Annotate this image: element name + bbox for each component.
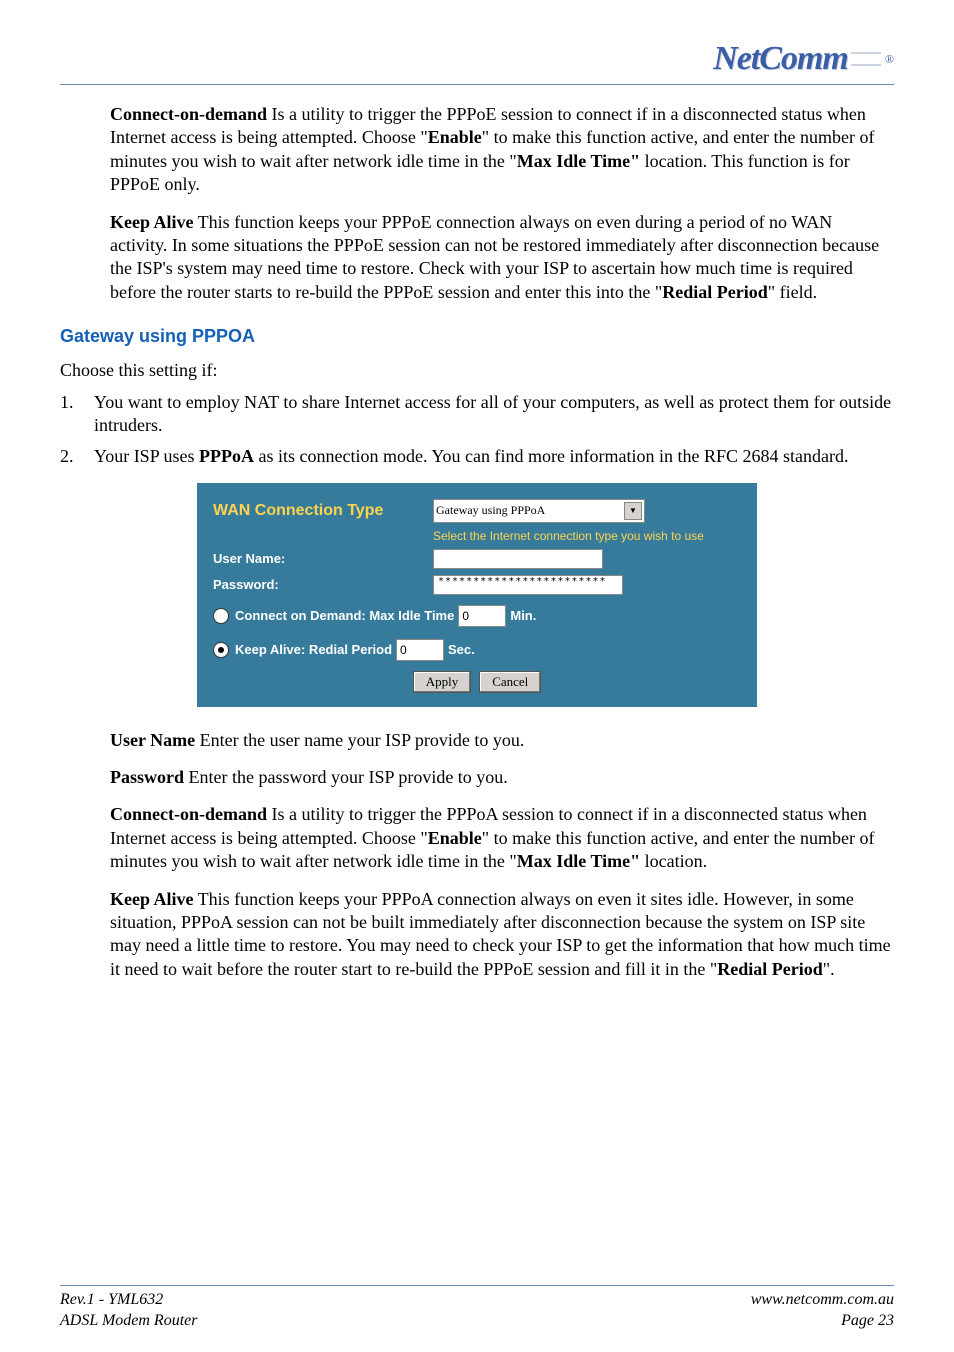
list-number: 2. <box>60 445 94 468</box>
keep-alive-radio[interactable] <box>213 642 229 658</box>
term-max-idle-time: Max Idle Time" <box>517 851 640 871</box>
paragraph-keep-alive-pppoe: Keep Alive This function keeps your PPPo… <box>110 211 894 305</box>
term-enable: Enable <box>428 828 482 848</box>
term-keep-alive: Keep Alive <box>110 889 194 909</box>
term-enable: Enable <box>428 127 482 147</box>
list-number: 1. <box>60 391 94 438</box>
footer-product: ADSL Modem Router <box>60 1311 197 1332</box>
brand-logo: NetComm ® <box>713 40 894 78</box>
panel-subinfo: Select the Internet connection type you … <box>433 529 741 543</box>
connect-on-demand-label: Connect on Demand: Max Idle Time <box>235 608 454 623</box>
list-item-text: Your ISP uses PPPoA as its connection mo… <box>94 445 848 468</box>
term-max-idle-time: Max Idle Time" <box>517 151 640 171</box>
max-idle-time-unit: Min. <box>510 608 536 623</box>
list-item: 2. Your ISP uses PPPoA as its connection… <box>60 445 894 468</box>
list-item-text: You want to employ NAT to share Internet… <box>94 391 894 438</box>
wan-connection-type-select[interactable]: Gateway using PPPoA ▼ <box>433 499 645 523</box>
paragraph-keep-alive-pppoa: Keep Alive This function keeps your PPPo… <box>110 888 894 982</box>
footer-page-number: Page 23 <box>751 1311 894 1332</box>
dropdown-arrow-icon: ▼ <box>624 502 642 520</box>
cancel-button[interactable]: Cancel <box>479 671 541 693</box>
term-connect-on-demand: Connect-on-demand <box>110 104 267 124</box>
term-password: Password <box>110 767 184 787</box>
password-input[interactable]: ************************ <box>433 575 623 595</box>
term-redial-period: Redial Period <box>662 282 768 302</box>
header-logo-row: NetComm ® <box>60 40 894 78</box>
footer-divider <box>60 1285 894 1286</box>
term-user-name: User Name <box>110 730 195 750</box>
paragraph-username: User Name Enter the user name your ISP p… <box>110 729 894 752</box>
footer-url: www.netcomm.com.au <box>751 1290 894 1311</box>
header-divider <box>60 84 894 85</box>
brand-logo-text: NetComm <box>713 40 848 78</box>
keep-alive-label: Keep Alive: Redial Period <box>235 642 392 657</box>
username-input[interactable] <box>433 549 603 569</box>
term-connect-on-demand: Connect-on-demand <box>110 804 267 824</box>
max-idle-time-input[interactable]: 0 <box>458 605 506 627</box>
section-heading-gateway-pppoa: Gateway using PPPOA <box>60 326 894 347</box>
username-label: User Name: <box>213 551 433 566</box>
paragraph-connect-on-demand-pppoa: Connect-on-demand Is a utility to trigge… <box>110 803 894 873</box>
footer-rev: Rev.1 - YML632 <box>60 1290 197 1311</box>
password-label: Password: <box>213 577 433 592</box>
select-value: Gateway using PPPoA <box>436 503 545 518</box>
redial-period-input[interactable]: 0 <box>396 639 444 661</box>
connect-on-demand-radio[interactable] <box>213 608 229 624</box>
redial-period-unit: Sec. <box>448 642 475 657</box>
term-pppoa: PPPoA <box>199 446 254 466</box>
brand-logo-registered: ® <box>885 52 894 67</box>
brand-logo-bars-icon <box>851 52 881 66</box>
panel-title: WAN Connection Type <box>213 502 433 520</box>
term-redial-period: Redial Period <box>717 959 823 979</box>
conditions-list: 1. You want to employ NAT to share Inter… <box>60 391 894 469</box>
list-item: 1. You want to employ NAT to share Inter… <box>60 391 894 438</box>
intro-line: Choose this setting if: <box>60 359 894 382</box>
paragraph-connect-on-demand-pppoe: Connect-on-demand Is a utility to trigge… <box>110 103 894 197</box>
page-footer: Rev.1 - YML632 ADSL Modem Router www.net… <box>60 1290 894 1332</box>
apply-button[interactable]: Apply <box>413 671 472 693</box>
term-keep-alive: Keep Alive <box>110 212 194 232</box>
wan-config-panel: WAN Connection Type Gateway using PPPoA … <box>197 483 757 707</box>
paragraph-password: Password Enter the password your ISP pro… <box>110 766 894 789</box>
